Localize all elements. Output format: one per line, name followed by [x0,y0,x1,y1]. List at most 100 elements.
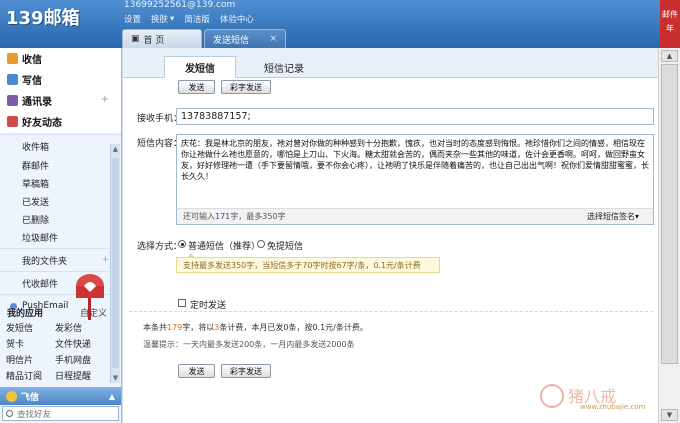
summary-prefix: 本条共 [143,323,167,332]
send-button-bottom[interactable]: 发送 [178,364,215,378]
corner-banner-label-2: 年 [666,24,674,33]
billing-tip: 支持最多发送350字，当短信多于70字时按67字/条，0.1元/条计费 [176,253,440,273]
remaining-prefix: 还可输入 [183,212,215,221]
send-button-top[interactable]: 发送 [178,80,215,94]
sidebar-scroll-thumb[interactable] [112,158,119,368]
app-send-sms[interactable]: 发短信 [6,321,55,334]
quick-actions: 收信 写信 通讯录 + 好友动态 [0,48,121,132]
folder-deleted[interactable]: 已删除 [0,210,121,228]
radio-long-sms[interactable] [257,240,265,248]
folder-drafts[interactable]: 草稿箱 [0,174,121,192]
friends-icon [7,116,18,127]
mode-long-label: 免提短信 [267,242,304,252]
remaining-suffix: 字，最多350字 [230,212,286,221]
top-header: 139邮箱 13699252561@139.com 设置 换肤 ▾ 简洁版 体验中… [0,0,680,48]
sidebar-item-inbox[interactable]: 收信 [0,48,121,69]
sidebar-item-compose[interactable]: 写信 [0,69,121,90]
app-calendar[interactable]: 日程提醒 [55,369,115,382]
color-send-button-bottom[interactable]: 彩字发送 [221,364,271,378]
billing-summary: 本条共179字，将以3条计费，本月已发0条，按0.1元/条计费。 [143,322,368,333]
customize-apps-link[interactable]: 自定义 [80,306,107,319]
apps-grid: 发短信 发彩信 贺卡 文件快递 明信片 手机网盘 精品订阅 日程提醒 [0,321,121,382]
send-mode-label: 选择方式： [137,242,183,252]
feixin-icon [6,390,17,402]
logo: 139邮箱 [6,8,80,29]
skin-link[interactable]: 换肤 ▾ [151,13,174,25]
color-send-button-top[interactable]: 彩字发送 [221,80,271,94]
sidebar-item-label: 通讯录 [22,97,52,108]
scroll-down-icon[interactable]: ▼ [111,373,120,383]
my-folders[interactable]: 我的文件夹 + [0,251,121,269]
main-content: 发短信 短信记录 发送 彩字发送 接收手机： 13783887157; 短信内容… [122,48,659,423]
feixin-bar[interactable]: 飞信 ▲ [0,387,121,405]
tab-send-sms-label: 发送短信 [213,35,250,46]
app-mobile-disk[interactable]: 手机网盘 [55,353,115,366]
select-signature-dropdown[interactable]: 选择短信签名▾ [587,211,639,222]
tab-send-sms[interactable]: 发送短信 × [204,29,286,48]
sms-subtabs: 发短信 短信记录 [123,48,659,78]
timed-send-checkbox[interactable] [178,299,186,307]
watermark-site-text: www.zhubajie.com [580,403,646,411]
scroll-up-icon[interactable]: ▲ [661,50,678,62]
recipient-phone-input[interactable]: 13783887157; [176,108,654,125]
tab-home-label: 首 页 [143,35,165,46]
home-icon: ▣ [131,34,140,44]
close-icon[interactable]: × [269,34,277,44]
tab-home[interactable]: ▣ 首 页 [122,29,202,48]
mode-normal-label: 普通短信（推荐） [188,242,261,252]
radio-normal-sms[interactable] [178,240,186,248]
sms-content-textarea[interactable]: 庆花：我是林北京的朋友，祂对曾对你做的种种感到十分抱歉，愧疚，也对当时的态度感到… [176,134,654,225]
divider [0,248,121,249]
add-folder-icon[interactable]: + [101,255,109,265]
tab-send-sms-form[interactable]: 发短信 [164,56,236,78]
app-greeting-card[interactable]: 贺卡 [6,337,55,350]
sidebar-item-label: 好友动态 [22,118,62,129]
app-subscription[interactable]: 精品订阅 [6,369,55,382]
friend-search-input[interactable]: 查找好友 [2,406,119,421]
scroll-down-icon[interactable]: ▼ [661,409,678,421]
tab-sms-record[interactable]: 短信记录 [251,56,317,78]
chevron-up-icon[interactable]: ▲ [109,392,115,401]
warm-tip: 温馨提示：一天内最多发送200条，一月内最多发送2000条 [143,340,355,349]
summary-mid: 字，将以 [182,323,215,332]
folder-group-mail[interactable]: 群邮件 [0,156,121,174]
experience-center-link[interactable]: 体验中心 [220,13,254,25]
sidebar: 收信 写信 通讯录 + 好友动态 收件箱 群邮件 草稿箱 已发送 已删除 垃圾邮… [0,48,122,423]
sidebar-scrollbar[interactable]: ▲ ▼ [110,144,120,383]
app-postcard[interactable]: 明信片 [6,353,55,366]
page-scrollbar[interactable]: ▲ ▼ [658,48,680,423]
friend-search-placeholder: 查找好友 [17,409,52,420]
search-icon [6,410,13,417]
skin-link-label: 换肤 [151,15,169,25]
chevron-down-icon: ▾ [170,14,175,24]
timed-send-label: 定时发送 [190,301,227,311]
add-contact-icon[interactable]: + [101,94,109,105]
sidebar-item-label: 写信 [22,76,42,87]
contacts-icon [7,95,18,106]
simple-version-link[interactable]: 简洁版 [184,13,210,25]
site-watermark-logo: 猪八戒 [540,384,616,408]
app-file-express[interactable]: 文件快递 [55,337,115,350]
folder-spam[interactable]: 垃圾邮件 [0,228,121,246]
folder-sent[interactable]: 已发送 [0,192,121,210]
my-apps-heading: 我的应用 自定义 [0,304,121,320]
sidebar-item-contacts[interactable]: 通讯录 + [0,90,121,111]
main-tabs: ▣ 首 页 发送短信 × [122,29,286,48]
corner-banner[interactable]: 邮件 年 [660,0,680,48]
settings-link[interactable]: 设置 [124,13,141,25]
summary-suffix: 条计费，本月已发0条，按0.1元/条计费。 [219,323,368,332]
scroll-up-icon[interactable]: ▲ [111,144,120,154]
sidebar-item-label: 收信 [22,55,42,66]
sms-content-text: 庆花：我是林北京的朋友，祂对曾对你做的种种感到十分抱歉，愧疚，也对当时的态度感到… [181,139,649,181]
my-folders-label: 我的文件夹 [22,256,68,267]
app-send-mms[interactable]: 发彩信 [55,321,115,334]
sidebar-item-friends[interactable]: 好友动态 [0,111,121,132]
page-scroll-thumb[interactable] [661,64,678,364]
char-counter-bar: 还可输入 171 字，最多350字 选择短信签名▾ [177,208,653,224]
inbox-icon [7,53,18,64]
my-apps-title: 我的应用 [7,308,44,319]
divider [129,311,653,312]
divider [0,134,121,135]
folder-inbox[interactable]: 收件箱 [0,137,121,156]
compose-icon [7,74,18,85]
